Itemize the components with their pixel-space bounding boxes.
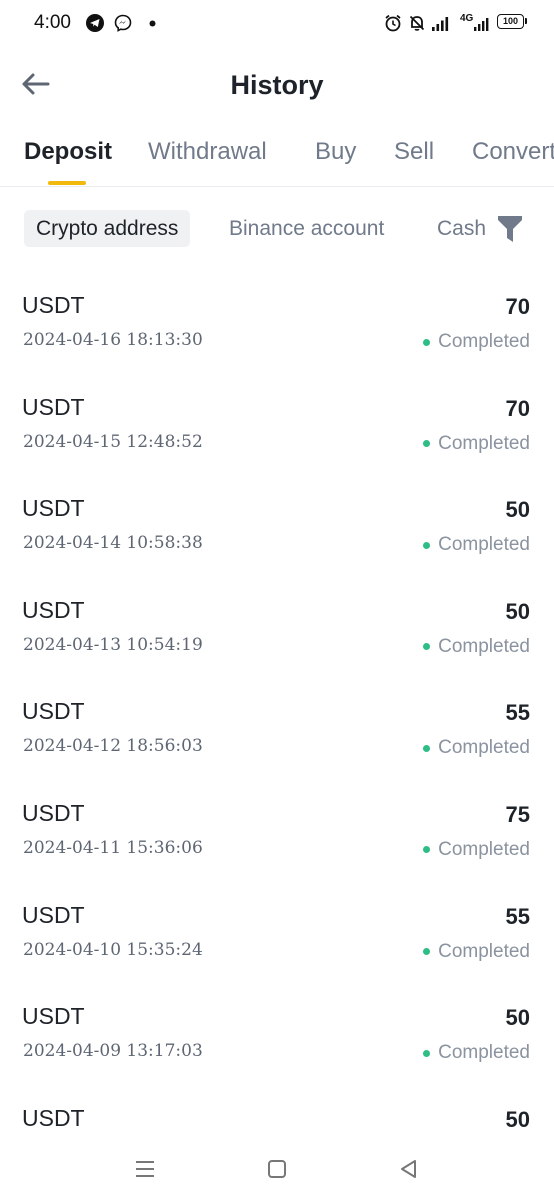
transaction-status: Completed xyxy=(423,331,530,353)
transaction-coin: USDT xyxy=(22,393,85,420)
transaction-row[interactable]: USDT 2024-04-16 18:13:30 70 Completed xyxy=(0,268,554,370)
status-dot-icon xyxy=(423,744,431,752)
active-tab-indicator xyxy=(48,181,86,185)
transaction-datetime: 2024-04-16 18:13:30 xyxy=(23,330,203,350)
transaction-status: Completed xyxy=(423,941,530,963)
transaction-datetime: 2024-04-15 12:48:52 xyxy=(23,431,203,452)
transaction-coin: USDT xyxy=(22,596,85,623)
transaction-amount: 55 xyxy=(505,903,530,929)
transaction-amount: 70 xyxy=(505,395,530,421)
telegram-icon xyxy=(86,14,104,32)
transaction-amount: 50 xyxy=(505,598,530,624)
transaction-status-label: Completed xyxy=(438,940,530,962)
mute-icon xyxy=(409,15,425,31)
transaction-coin: USDT xyxy=(22,799,85,826)
transaction-coin: USDT xyxy=(22,1104,85,1131)
status-time: 4:00 xyxy=(34,12,71,33)
transaction-row[interactable]: USDT 2024-04-09 13:17:03 50 Completed xyxy=(0,979,554,1081)
page-title: History xyxy=(230,70,324,100)
transaction-row[interactable]: USDT 2024-04-12 18:56:03 55 Completed xyxy=(0,674,554,776)
transaction-coin: USDT xyxy=(22,901,85,928)
transaction-datetime: 2024-04-14 10:58:38 xyxy=(23,533,203,554)
transaction-amount: 70 xyxy=(505,294,530,319)
filter-funnel-icon xyxy=(498,216,522,242)
transaction-row[interactable]: USDT 2024-04-15 12:48:52 70 Completed xyxy=(0,370,554,472)
transaction-datetime: 2024-04-09 13:17:03 xyxy=(23,1041,203,1062)
status-dot-icon xyxy=(423,846,431,854)
transaction-status-label: Completed xyxy=(438,331,530,352)
transaction-coin: USDT xyxy=(22,698,85,725)
transaction-coin: USDT xyxy=(22,1003,85,1030)
system-nav-bar xyxy=(0,1140,554,1200)
transaction-datetime: 2024-04-12 18:56:03 xyxy=(23,736,203,757)
back-triangle-icon xyxy=(401,1160,416,1178)
transaction-row[interactable]: USDT 2024-04-13 10:54:19 50 Completed xyxy=(0,573,554,675)
transaction-datetime: 2024-04-13 10:54:19 xyxy=(23,634,203,655)
battery-level: 100 xyxy=(502,16,519,26)
tab-deposit[interactable]: Deposit xyxy=(24,138,112,166)
alarm-icon xyxy=(385,14,401,32)
transaction-status-label: Completed xyxy=(438,534,530,556)
transaction-status-label: Completed xyxy=(438,635,530,657)
menu-icon xyxy=(136,1161,154,1177)
messenger-icon xyxy=(114,14,132,32)
notification-dot-icon xyxy=(149,20,156,27)
filter-button[interactable] xyxy=(496,214,528,246)
chip-cash[interactable]: Cash xyxy=(425,210,498,247)
network-type-label: 4G xyxy=(460,13,474,24)
status-dot-icon xyxy=(423,948,431,956)
tab-withdrawal[interactable]: Withdrawal xyxy=(148,138,267,166)
status-dot-icon xyxy=(423,643,431,651)
signal-icon xyxy=(474,18,489,31)
tab-buy[interactable]: Buy xyxy=(315,138,356,166)
transaction-status: Completed xyxy=(423,839,530,861)
status-dot-icon xyxy=(423,440,431,448)
transaction-status-label: Completed xyxy=(438,1042,530,1064)
transaction-status: Completed xyxy=(423,737,530,759)
transaction-row[interactable]: USDT 2024-04-11 15:36:06 75 Completed xyxy=(0,776,554,878)
transaction-coin: USDT xyxy=(22,495,85,522)
transaction-amount: 55 xyxy=(505,700,530,726)
transaction-status: Completed xyxy=(423,534,530,556)
transaction-status-label: Completed xyxy=(438,737,530,759)
status-dot-icon xyxy=(423,338,431,346)
transaction-status: Completed xyxy=(423,1042,530,1064)
transaction-datetime: 2024-04-11 15:36:06 xyxy=(23,837,203,858)
chip-crypto-address[interactable]: Crypto address xyxy=(24,210,191,247)
transaction-amount: 50 xyxy=(505,1106,530,1132)
battery-icon: 100 xyxy=(497,14,527,29)
transaction-row[interactable]: USDT 2024-04-14 10:58:38 50 Completed xyxy=(0,471,554,573)
transaction-amount: 50 xyxy=(505,1005,530,1031)
transaction-datetime: 2024-04-10 15:35:24 xyxy=(23,939,203,960)
transaction-status: Completed xyxy=(423,433,530,455)
home-button[interactable] xyxy=(262,1154,292,1184)
tab-sell[interactable]: Sell xyxy=(394,138,434,166)
home-square-icon xyxy=(268,1160,286,1178)
transaction-list: USDT 2024-04-16 18:13:30 70 Completed US… xyxy=(0,268,554,1182)
transaction-amount: 75 xyxy=(505,801,530,827)
transaction-coin: USDT xyxy=(22,292,85,318)
tabs-divider xyxy=(0,186,554,187)
system-back-button[interactable] xyxy=(394,1154,424,1184)
transaction-row[interactable]: USDT 2024-04-10 15:35:24 55 Completed xyxy=(0,878,554,980)
tab-convert[interactable]: Convert xyxy=(472,138,554,166)
chip-binance-account[interactable]: Binance account xyxy=(217,210,396,247)
transaction-amount: 50 xyxy=(505,497,530,523)
transaction-status-label: Completed xyxy=(438,432,530,454)
status-dot-icon xyxy=(423,541,431,549)
transaction-status-label: Completed xyxy=(438,838,530,860)
transaction-status: Completed xyxy=(423,636,530,658)
signal-icon xyxy=(432,17,449,31)
status-bar: 4:00 4G 100 xyxy=(0,0,554,48)
recent-apps-button[interactable] xyxy=(130,1154,160,1184)
status-dot-icon xyxy=(423,1049,431,1057)
